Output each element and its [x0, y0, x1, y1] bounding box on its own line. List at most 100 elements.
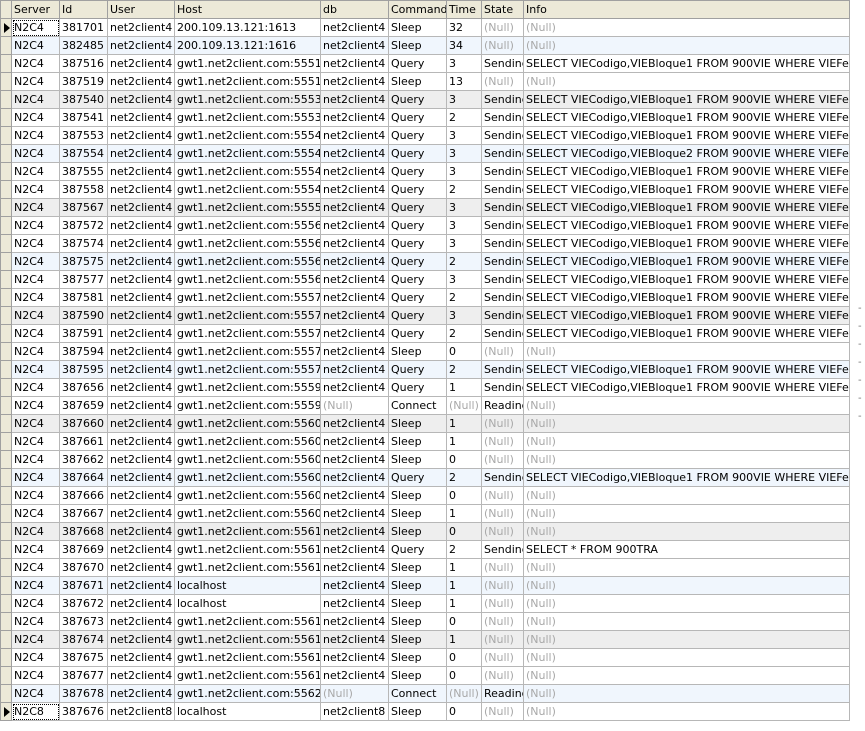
cell-info[interactable]: SELECT VIECodigo,VIEBloque1 FROM 900VIE … [523, 468, 850, 487]
cell-db[interactable]: net2client8 [320, 702, 389, 721]
cell-host[interactable]: gwt1.net2client.com:55614 [174, 612, 321, 631]
cell-host[interactable]: gwt1.net2client.com:55533 [174, 108, 321, 127]
cell-db[interactable]: net2client4 [320, 54, 389, 73]
cell-server[interactable]: N2C4 [11, 396, 60, 415]
row-indicator[interactable] [0, 396, 12, 415]
cell-user[interactable]: net2client4 [107, 288, 175, 307]
cell-user[interactable]: net2client4 [107, 666, 175, 685]
cell-id[interactable]: 387672 [59, 594, 108, 613]
cell-command[interactable]: Query [388, 216, 447, 235]
cell-info[interactable]: (Null) [523, 18, 850, 37]
cell-server[interactable]: N2C4 [11, 288, 60, 307]
column-header-state[interactable]: State [481, 0, 524, 19]
cell-db[interactable]: net2client4 [320, 594, 389, 613]
cell-id[interactable]: 387594 [59, 342, 108, 361]
cell-command[interactable]: Sleep [388, 36, 447, 55]
cell-info[interactable]: (Null) [523, 558, 850, 577]
cell-user[interactable]: net2client4 [107, 36, 175, 55]
cell-command[interactable]: Query [388, 288, 447, 307]
cell-command[interactable]: Sleep [388, 702, 447, 721]
cell-server[interactable]: N2C4 [11, 36, 60, 55]
cell-host[interactable]: localhost [174, 594, 321, 613]
cell-info[interactable]: SELECT VIECodigo,VIEBloque1 FROM 900VIE … [523, 378, 850, 397]
cell-user[interactable]: net2client4 [107, 18, 175, 37]
cell-id[interactable]: 387555 [59, 162, 108, 181]
row-indicator[interactable] [0, 54, 12, 73]
column-header-time[interactable]: Time [446, 0, 482, 19]
cell-db[interactable]: net2client4 [320, 522, 389, 541]
cell-server[interactable]: N2C4 [11, 684, 60, 703]
cell-id[interactable]: 387541 [59, 108, 108, 127]
row-indicator[interactable] [0, 576, 12, 595]
cell-state[interactable]: (Null) [481, 558, 524, 577]
cell-user[interactable]: net2client4 [107, 630, 175, 649]
cell-db[interactable]: net2client4 [320, 144, 389, 163]
row-indicator[interactable] [0, 414, 12, 433]
cell-db[interactable]: net2client4 [320, 288, 389, 307]
cell-time[interactable]: 0 [446, 612, 482, 631]
row-indicator[interactable] [0, 684, 12, 703]
cell-server[interactable]: N2C4 [11, 54, 60, 73]
table-row[interactable]: N2C4 387595 net2client4 gwt1.net2client.com… [0, 360, 850, 379]
cell-user[interactable]: net2client4 [107, 324, 175, 343]
cell-id[interactable]: 387540 [59, 90, 108, 109]
cell-info[interactable]: SELECT VIECodigo,VIEBloque1 FROM 900VIE … [523, 324, 850, 343]
cell-time[interactable]: 32 [446, 18, 482, 37]
table-row[interactable]: N2C4 387553 net2client4 gwt1.net2client.com… [0, 126, 850, 145]
cell-user[interactable]: net2client4 [107, 162, 175, 181]
cell-state[interactable]: (Null) [481, 630, 524, 649]
row-indicator[interactable] [0, 216, 12, 235]
cell-info[interactable]: SELECT VIECodigo,VIEBloque1 FROM 900VIE … [523, 288, 850, 307]
cell-db[interactable]: net2client4 [320, 306, 389, 325]
cell-info[interactable]: SELECT VIECodigo,VIEBloque1 FROM 900VIE … [523, 180, 850, 199]
row-indicator[interactable] [0, 252, 12, 271]
cell-server[interactable]: N2C4 [11, 576, 60, 595]
cell-command[interactable]: Sleep [388, 630, 447, 649]
cell-server[interactable]: N2C4 [11, 72, 60, 91]
table-row[interactable]: N2C4 387670 net2client4 gwt1.net2client.com… [0, 558, 850, 577]
cell-id[interactable]: 387581 [59, 288, 108, 307]
table-row[interactable]: N2C4 387678 net2client4 gwt1.net2client.com… [0, 684, 850, 703]
cell-db[interactable]: net2client4 [320, 648, 389, 667]
cell-db[interactable]: net2client4 [320, 234, 389, 253]
cell-command[interactable]: Sleep [388, 414, 447, 433]
cell-info[interactable]: SELECT VIECodigo,VIEBloque1 FROM 900VIE … [523, 108, 850, 127]
cell-server[interactable]: N2C4 [11, 126, 60, 145]
cell-user[interactable]: net2client4 [107, 396, 175, 415]
cell-id[interactable]: 387577 [59, 270, 108, 289]
row-indicator[interactable] [0, 360, 12, 379]
cell-host[interactable]: gwt1.net2client.com:55546 [174, 144, 321, 163]
cell-command[interactable]: Query [388, 198, 447, 217]
cell-host[interactable]: gwt1.net2client.com:55577 [174, 324, 321, 343]
cell-time[interactable]: 2 [446, 288, 482, 307]
cell-time[interactable]: 13 [446, 72, 482, 91]
cell-host[interactable]: gwt1.net2client.com:55572 [174, 288, 321, 307]
cell-info[interactable]: SELECT VIECodigo,VIEBloque2 FROM 900VIE … [523, 144, 850, 163]
cell-db[interactable]: net2client4 [320, 540, 389, 559]
cell-host[interactable]: gwt1.net2client.com:55579 [174, 360, 321, 379]
cell-state[interactable]: Sending [481, 378, 524, 397]
cell-db[interactable]: net2client4 [320, 486, 389, 505]
cell-time[interactable]: 3 [446, 90, 482, 109]
cell-command[interactable]: Sleep [388, 612, 447, 631]
cell-host[interactable]: localhost [174, 576, 321, 595]
row-indicator[interactable] [0, 162, 12, 181]
cell-id[interactable]: 387660 [59, 414, 108, 433]
cell-info[interactable]: SELECT VIECodigo,VIEBloque1 FROM 900VIE … [523, 360, 850, 379]
cell-server[interactable]: N2C4 [11, 432, 60, 451]
cell-state[interactable]: (Null) [481, 72, 524, 91]
cell-id[interactable]: 387595 [59, 360, 108, 379]
cell-command[interactable]: Query [388, 360, 447, 379]
cell-time[interactable]: (Null) [446, 684, 482, 703]
table-row[interactable]: N2C4 387659 net2client4 gwt1.net2client.com… [0, 396, 850, 415]
cell-db[interactable]: net2client4 [320, 72, 389, 91]
table-row[interactable]: N2C4 387590 net2client4 gwt1.net2client.com… [0, 306, 850, 325]
row-indicator[interactable] [0, 234, 12, 253]
cell-db[interactable]: net2client4 [320, 216, 389, 235]
table-row[interactable]: N2C4 387656 net2client4 gwt1.net2client.com… [0, 378, 850, 397]
cell-info[interactable]: (Null) [523, 594, 850, 613]
cell-time[interactable]: 1 [446, 378, 482, 397]
cell-info[interactable]: SELECT * FROM 900TRA [523, 540, 850, 559]
cell-host[interactable]: gwt1.net2client.com:55532 [174, 90, 321, 109]
cell-id[interactable]: 387554 [59, 144, 108, 163]
